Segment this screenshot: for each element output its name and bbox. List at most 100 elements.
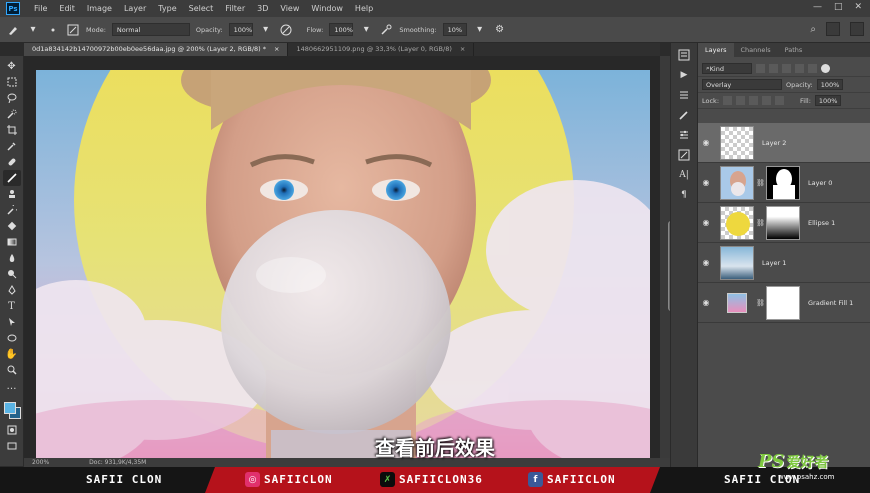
layer-row[interactable]: ◉ ⛓ Ellipse 1 xyxy=(698,203,870,243)
blur-icon[interactable] xyxy=(3,250,21,266)
filter-pixel-icon[interactable] xyxy=(756,64,765,73)
gear-icon[interactable]: ⚙ xyxy=(493,23,507,37)
filter-shape-icon[interactable] xyxy=(795,64,804,73)
filter-type-icon[interactable] xyxy=(782,64,791,73)
layer-row[interactable]: ◉ Layer 1 xyxy=(698,243,870,283)
search-icon[interactable]: ⌕ xyxy=(810,24,816,35)
properties-panel-icon[interactable] xyxy=(674,127,694,143)
zoom-icon[interactable] xyxy=(3,362,21,378)
filter-smart-icon[interactable] xyxy=(808,64,817,73)
workspace-icon[interactable] xyxy=(826,22,840,36)
flow-input[interactable]: 100% xyxy=(329,23,354,36)
layer-row[interactable]: ◉ ⛓ Layer 0 xyxy=(698,163,870,203)
link-chain-icon[interactable]: ⛓ xyxy=(756,219,765,227)
menu-file[interactable]: File xyxy=(28,4,53,13)
foreground-color[interactable] xyxy=(3,402,16,414)
visibility-eye-icon[interactable]: ◉ xyxy=(698,138,714,147)
mode-select[interactable]: Normal xyxy=(111,23,190,36)
eyedropper-icon[interactable] xyxy=(3,138,21,154)
gradient-icon[interactable] xyxy=(3,234,21,250)
blend-mode-select[interactable]: Overlay xyxy=(702,79,782,90)
menu-edit[interactable]: Edit xyxy=(53,4,81,13)
chevron-down-icon[interactable]: ▾ xyxy=(473,23,487,37)
brush-panel-icon[interactable] xyxy=(674,107,694,123)
brush-preset-icon[interactable] xyxy=(6,23,20,37)
visibility-eye-icon[interactable]: ◉ xyxy=(698,258,714,267)
pressure-opacity-icon[interactable] xyxy=(279,23,293,37)
type-icon[interactable]: T xyxy=(3,298,21,314)
brush-settings-icon[interactable] xyxy=(66,23,80,37)
vertical-scrollbar[interactable] xyxy=(660,56,674,458)
tab-channels[interactable]: Channels xyxy=(734,43,778,57)
path-select-icon[interactable] xyxy=(3,314,21,330)
menu-3d[interactable]: 3D xyxy=(251,4,274,13)
menu-filter[interactable]: Filter xyxy=(219,4,251,13)
visibility-eye-icon[interactable]: ◉ xyxy=(698,178,714,187)
stamp-icon[interactable] xyxy=(3,186,21,202)
quick-mask-icon[interactable] xyxy=(3,422,21,438)
layer-filter-select[interactable]: ⌕ Kind xyxy=(702,63,752,74)
pen-icon[interactable] xyxy=(3,282,21,298)
close-tab-icon[interactable]: × xyxy=(274,45,279,53)
visibility-eye-icon[interactable]: ◉ xyxy=(698,298,714,307)
airbrush-icon[interactable] xyxy=(379,23,393,37)
character-panel-icon[interactable]: A| xyxy=(674,167,694,183)
link-chain-icon[interactable]: ⛓ xyxy=(756,299,765,307)
menu-window[interactable]: Window xyxy=(305,4,349,13)
tab-layers[interactable]: Layers xyxy=(698,43,734,57)
dodge-icon[interactable] xyxy=(3,266,21,282)
layer-mask-thumbnail[interactable] xyxy=(766,205,800,240)
layer-mask-thumbnail[interactable] xyxy=(766,285,800,320)
crop-icon[interactable] xyxy=(3,122,21,138)
shape-icon[interactable] xyxy=(3,330,21,346)
chevron-down-icon[interactable]: ▾ xyxy=(359,23,373,37)
hand-icon[interactable]: ✋ xyxy=(3,346,21,362)
menu-type[interactable]: Type xyxy=(152,4,182,13)
link-chain-icon[interactable]: ⛓ xyxy=(756,179,765,187)
close-tab-icon[interactable]: × xyxy=(460,45,465,53)
share-icon[interactable] xyxy=(850,22,864,36)
lock-transparent-icon[interactable] xyxy=(723,96,733,105)
lock-all-icon[interactable] xyxy=(775,96,785,105)
menu-layer[interactable]: Layer xyxy=(118,4,152,13)
eraser-icon[interactable] xyxy=(3,218,21,234)
filter-adjustment-icon[interactable] xyxy=(769,64,778,73)
menu-image[interactable]: Image xyxy=(81,4,118,13)
more-tools-icon[interactable]: … xyxy=(3,378,21,394)
visibility-eye-icon[interactable]: ◉ xyxy=(698,218,714,227)
menu-help[interactable]: Help xyxy=(349,4,379,13)
layer-row[interactable]: ◉ Layer 2 xyxy=(698,123,870,163)
opacity-input[interactable]: 100% xyxy=(228,23,253,36)
screen-mode-icon[interactable] xyxy=(3,438,21,454)
history-brush-icon[interactable] xyxy=(3,202,21,218)
document-canvas[interactable] xyxy=(24,56,660,458)
adjustments-panel-icon[interactable] xyxy=(674,87,694,103)
tab-document-2[interactable]: 1480662951109.png @ 33,3% (Layer 0, RGB/… xyxy=(288,43,475,56)
fill-input[interactable]: 100% xyxy=(814,95,841,106)
chevron-down-icon[interactable]: ▾ xyxy=(26,23,40,37)
paragraph-panel-icon[interactable]: ¶ xyxy=(674,187,694,203)
quick-select-icon[interactable] xyxy=(3,106,21,122)
lock-position-icon[interactable] xyxy=(749,96,759,105)
history-panel-icon[interactable] xyxy=(674,47,694,63)
healing-icon[interactable] xyxy=(3,154,21,170)
lasso-icon[interactable] xyxy=(3,90,21,106)
layer-mask-thumbnail[interactable] xyxy=(766,165,800,200)
brush-size-icon[interactable] xyxy=(46,23,60,37)
brush-icon[interactable] xyxy=(2,170,21,186)
filter-toggle-icon[interactable] xyxy=(821,64,830,73)
tab-document-1[interactable]: 0d1a834142b14700972b00eb0ee56daa.jpg @ 2… xyxy=(24,43,289,56)
minimize-icon[interactable]: — xyxy=(813,2,822,12)
maximize-icon[interactable]: □ xyxy=(834,2,843,12)
menu-select[interactable]: Select xyxy=(183,4,220,13)
menu-view[interactable]: View xyxy=(274,4,305,13)
lock-pixels-icon[interactable] xyxy=(736,96,746,105)
color-swatches[interactable] xyxy=(2,400,22,422)
zoom-level[interactable]: 200% xyxy=(32,459,49,466)
brush-settings-panel-icon[interactable] xyxy=(674,147,694,163)
layer-row[interactable]: ◉ ⛓ Gradient Fill 1 xyxy=(698,283,870,323)
chevron-down-icon[interactable]: ▾ xyxy=(259,23,273,37)
close-icon[interactable]: ✕ xyxy=(854,2,862,12)
tab-paths[interactable]: Paths xyxy=(778,43,810,57)
move-icon[interactable]: ✥ xyxy=(3,58,21,74)
